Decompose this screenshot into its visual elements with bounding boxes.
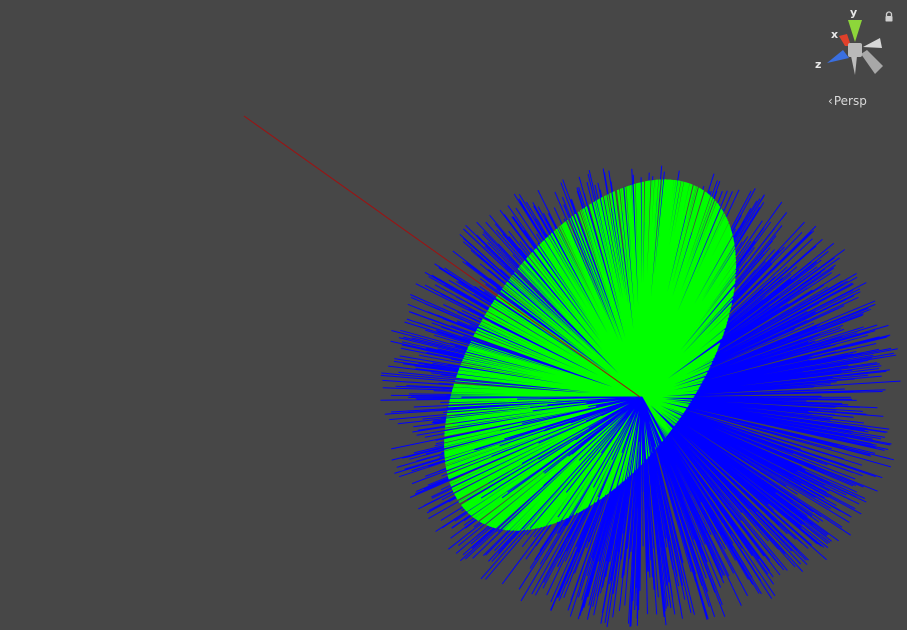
gizmo-neg-z-cone[interactable]	[861, 50, 883, 74]
gizmo-x-label: x	[831, 28, 838, 41]
gizmo-neg-x-cone[interactable]	[863, 38, 882, 48]
projection-label: Persp	[833, 94, 867, 108]
projection-toggle[interactable]: ‹ Persp	[828, 92, 867, 110]
gizmo-center-cube[interactable]	[848, 43, 862, 57]
gizmo-z-axis-cone[interactable]	[827, 50, 849, 63]
scene-viewport[interactable]: y x z ‹ Persp	[0, 0, 907, 630]
gizmo-neg-y-cone[interactable]	[851, 56, 857, 75]
gizmo-y-axis-cone[interactable]	[848, 20, 862, 42]
gizmo-y-label: y	[850, 6, 857, 19]
scene-canvas[interactable]	[0, 0, 907, 630]
gizmo-z-label: z	[815, 58, 821, 71]
lock-icon[interactable]	[884, 11, 894, 23]
chevron-left-icon: ‹	[828, 94, 833, 108]
